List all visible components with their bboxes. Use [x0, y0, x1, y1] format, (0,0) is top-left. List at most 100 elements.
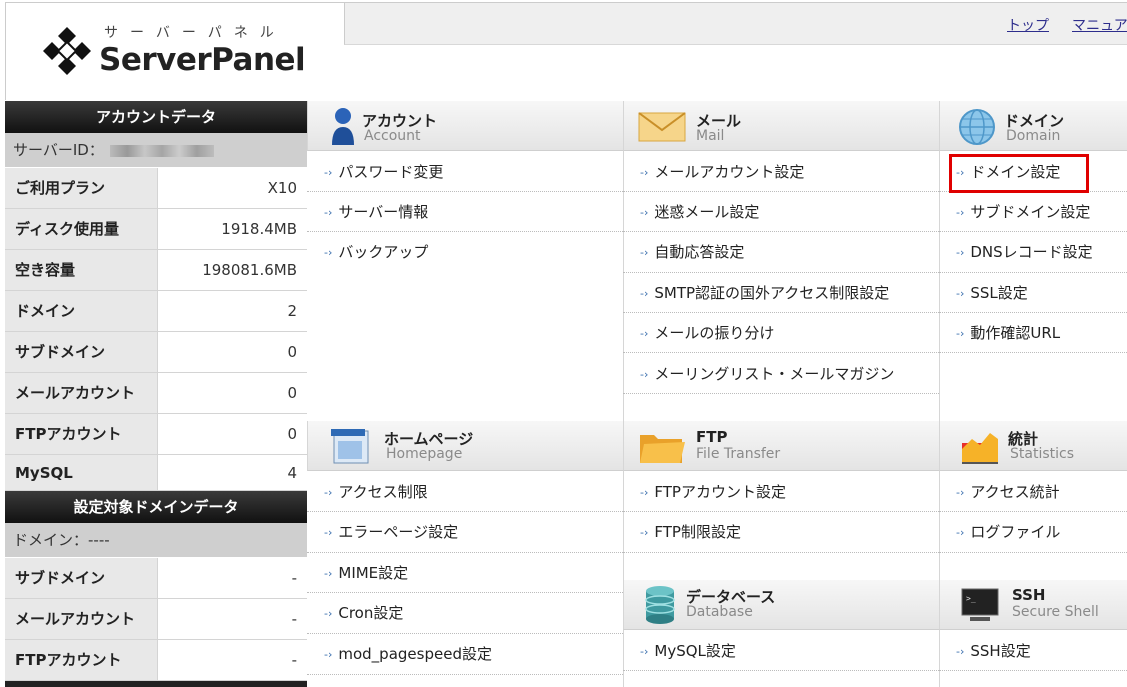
arrow-icon: -›: [956, 645, 965, 658]
row-key: サブドメイン: [5, 558, 158, 598]
sidebar-row-domain: ドメイン 2: [5, 291, 307, 332]
sidebar-next-header: [5, 681, 307, 687]
menu-item-ftp-restrict[interactable]: -› FTP制限設定: [623, 512, 939, 553]
menu-item-mail-account[interactable]: -› メールアカウント設定: [623, 152, 939, 192]
section-subtitle: Database: [686, 604, 753, 620]
menu-item-ssh-settings[interactable]: -› SSH設定: [939, 631, 1127, 671]
terminal-icon: >_: [961, 588, 999, 621]
section-subtitle: Homepage: [386, 446, 463, 462]
row-value: X10: [267, 179, 297, 197]
menu-item-cron[interactable]: -› Cron設定: [307, 593, 623, 634]
target-domain-row: ドメイン：----: [5, 523, 307, 558]
domain-data-header: 設定対象ドメインデータ: [5, 491, 307, 523]
arrow-icon: -›: [324, 206, 333, 219]
menu-item-label: パスワード変更: [338, 163, 444, 181]
row-key: サブドメイン: [5, 332, 158, 372]
serverpanel-logo-icon: [43, 27, 91, 75]
row-key: ご利用プラン: [5, 168, 158, 208]
server-id-label: サーバーID：: [13, 141, 104, 159]
menu-item-server-info[interactable]: -› サーバー情報: [307, 192, 623, 232]
arrow-icon: -›: [640, 206, 649, 219]
section-subtitle: Mail: [696, 128, 725, 144]
row-value: 0: [287, 384, 297, 402]
arrow-icon: -›: [956, 327, 965, 340]
menu-item-label: mod_pagespeed設定: [338, 645, 492, 663]
menu-item-subdomain-settings[interactable]: -› サブドメイン設定: [939, 192, 1127, 232]
section-subtitle: Statistics: [1010, 446, 1074, 462]
section-subtitle: Domain: [1006, 128, 1061, 144]
top-link[interactable]: トップ: [1007, 15, 1049, 35]
menu-item-mime[interactable]: -› MIME設定: [307, 553, 623, 593]
section-header-ssh: >_ SSH Secure Shell: [939, 580, 1127, 630]
manual-link[interactable]: マニュア: [1072, 15, 1127, 35]
arrow-icon: -›: [324, 567, 333, 580]
arrow-icon: -›: [640, 526, 649, 539]
arrow-icon: -›: [324, 648, 333, 661]
menu-item-label: DNSレコード設定: [970, 243, 1093, 261]
sidebar-row-mysql: MySQL 4: [5, 455, 307, 491]
menu-item-mysql[interactable]: -› MySQL設定: [623, 631, 939, 671]
row-key: ディスク使用量: [5, 209, 158, 249]
section-header-stats: 統計 Statistics: [939, 421, 1127, 471]
section-header-database: データベース Database: [623, 580, 939, 630]
menu-item-mailing-list[interactable]: -› メーリングリスト・メールマガジン: [623, 353, 939, 394]
menu-item-label: MySQL設定: [654, 642, 736, 660]
menu-item-ssl-settings[interactable]: -› SSL設定: [939, 273, 1127, 313]
database-icon: [645, 586, 675, 624]
arrow-icon: -›: [324, 166, 333, 179]
highlight-box: [949, 154, 1089, 193]
arrow-icon: -›: [956, 287, 965, 300]
globe-icon: [959, 109, 995, 145]
menu-item-log-file[interactable]: -› ログファイル: [939, 512, 1127, 553]
menu-item-label: アクセス統計: [970, 483, 1060, 501]
menu-item-ftp-account[interactable]: -› FTPアカウント設定: [623, 472, 939, 512]
chart-icon: [962, 433, 998, 464]
row-key: FTPアカウント: [5, 414, 158, 454]
menu-item-label: MIME設定: [338, 564, 409, 582]
menu-item-auto-reply[interactable]: -› 自動応答設定: [623, 232, 939, 273]
section-header-account: アカウント Account: [307, 101, 623, 151]
row-key: ドメイン: [5, 291, 158, 331]
menu-item-backup[interactable]: -› バックアップ: [307, 232, 623, 272]
menu-item-access-stats[interactable]: -› アクセス統計: [939, 472, 1127, 512]
arrow-icon: -›: [324, 246, 333, 259]
menu-item-dns-record[interactable]: -› DNSレコード設定: [939, 232, 1127, 273]
menu-item-label: SSH設定: [970, 642, 1031, 660]
arrow-icon: -›: [640, 327, 649, 340]
section-subtitle: File Transfer: [696, 446, 781, 462]
menu-item-smtp-restrict[interactable]: -› SMTP認証の国外アクセス制限設定: [623, 273, 939, 313]
menu-item-test-url[interactable]: -› 動作確認URL: [939, 313, 1127, 353]
menu-item-error-page[interactable]: -› エラーページ設定: [307, 512, 623, 553]
sidebar-row-free: 空き容量 198081.6MB: [5, 250, 307, 291]
menu-item-spam[interactable]: -› 迷惑メール設定: [623, 192, 939, 232]
menu-item-label: Cron設定: [338, 604, 404, 622]
menu-item-label: バックアップ: [338, 243, 429, 261]
menu-item-label: サブドメイン設定: [970, 203, 1091, 221]
row-value: -: [291, 610, 297, 628]
top-nav: トップ マニュア: [344, 2, 1127, 45]
row-value: 4: [287, 464, 297, 482]
menu-item-access-restrict[interactable]: -› アクセス制限: [307, 472, 623, 512]
menu-item-password-change[interactable]: -› パスワード変更: [307, 152, 623, 192]
menu-item-mod-pagespeed[interactable]: -› mod_pagespeed設定: [307, 634, 623, 675]
section-header-ftp: FTP File Transfer: [623, 421, 939, 471]
arrow-icon: -›: [956, 246, 965, 259]
sidebar-row-target-subdomain: サブドメイン -: [5, 558, 307, 599]
arrow-icon: -›: [324, 526, 333, 539]
sidebar-row-target-ftp: FTPアカウント -: [5, 640, 307, 681]
row-key: 空き容量: [5, 250, 158, 290]
sidebar-row-subdomain: サブドメイン 0: [5, 332, 307, 373]
sidebar-row-plan: ご利用プラン X10: [5, 168, 307, 209]
arrow-icon: -›: [640, 645, 649, 658]
section-title: FTP: [696, 428, 728, 446]
row-value: 2: [287, 302, 297, 320]
menu-item-mail-filter[interactable]: -› メールの振り分け: [623, 313, 939, 353]
sidebar-row-ftp-account: FTPアカウント 0: [5, 414, 307, 455]
arrow-icon: -›: [640, 166, 649, 179]
arrow-icon: -›: [640, 368, 649, 381]
row-key: MySQL: [5, 455, 158, 490]
server-id-masked: [109, 144, 214, 157]
menu-item-label: アクセス制限: [338, 483, 428, 501]
row-value: 1918.4MB: [221, 220, 297, 238]
section-header-mail: メール Mail: [623, 101, 939, 151]
